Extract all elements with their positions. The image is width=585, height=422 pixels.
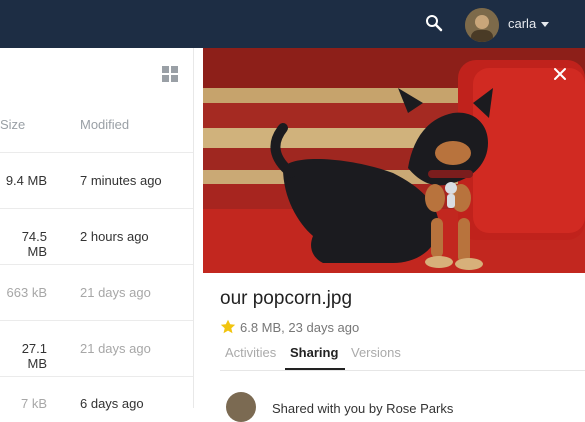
row-divider (0, 152, 193, 153)
file-modified: 21 days ago (80, 285, 151, 300)
sidebar-file-name: our popcorn.jpg (220, 288, 353, 309)
file-size: 27.1 MB (21, 341, 47, 371)
grid-view-icon[interactable] (162, 66, 178, 82)
tab-sharing[interactable]: Sharing (290, 345, 338, 360)
file-size: 7 kB (20, 396, 47, 411)
row-divider (0, 320, 193, 321)
star-icon[interactable] (220, 319, 236, 335)
image-preview (203, 48, 585, 273)
file-modified: 7 minutes ago (80, 173, 162, 188)
user-avatar[interactable] (465, 8, 499, 42)
active-tab-indicator (285, 368, 345, 370)
tab-activities[interactable]: Activities (225, 345, 276, 360)
row-divider (0, 208, 193, 209)
file-modified: 2 hours ago (80, 229, 149, 244)
tab-rule (220, 370, 585, 371)
close-icon[interactable] (553, 67, 567, 81)
file-modified: 21 days ago (80, 341, 151, 356)
shared-with-text: Shared with you by Rose Parks (272, 401, 454, 416)
column-header-size[interactable]: Size (0, 117, 25, 132)
top-bar: carla (0, 0, 585, 48)
file-size: 663 kB (6, 285, 47, 300)
file-modified: 6 days ago (80, 396, 144, 411)
row-divider (0, 264, 193, 265)
file-meta: 6.8 MB, 23 days ago (240, 320, 360, 335)
row-divider (0, 376, 193, 377)
tab-versions[interactable]: Versions (351, 345, 401, 360)
column-header-modified[interactable]: Modified (80, 117, 129, 132)
sharer-avatar (226, 392, 256, 422)
file-size: 9.4 MB (5, 173, 47, 188)
user-menu-name[interactable]: carla (508, 16, 536, 31)
search-icon[interactable] (424, 13, 444, 33)
chevron-down-icon[interactable] (541, 22, 549, 27)
file-size: 74.5 MB (21, 229, 47, 259)
